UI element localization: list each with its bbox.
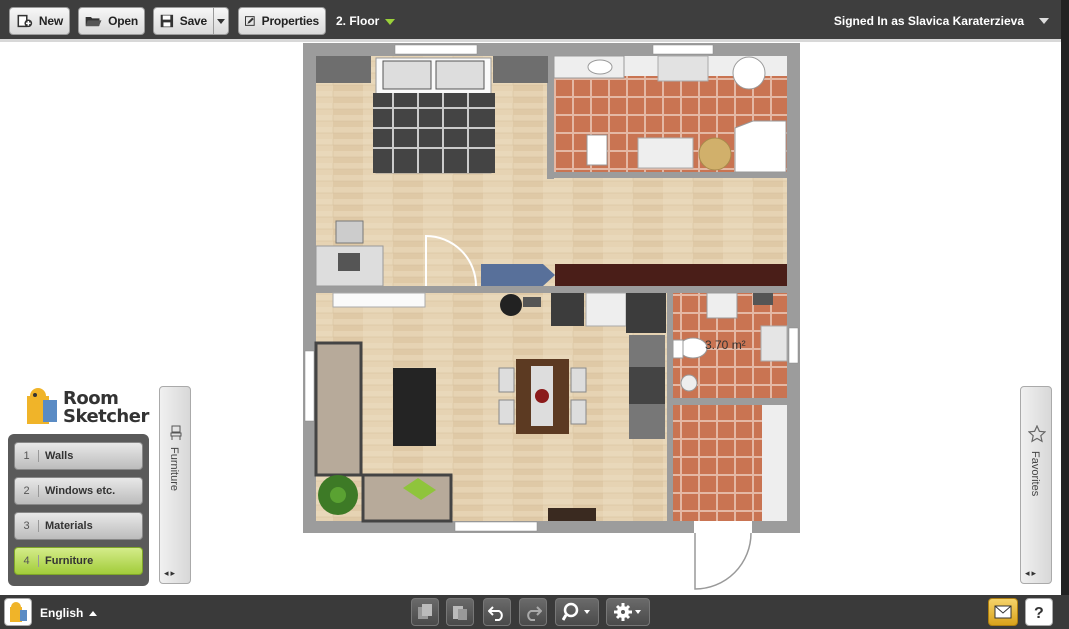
new-file-icon [17,14,33,28]
sofa [314,341,363,477]
redo-icon [527,606,542,621]
step-label: Walls [45,450,74,462]
step-label: Furniture [45,555,94,567]
bottom-toolbar: English ? [0,595,1069,629]
step-furniture[interactable]: 4 Furniture [14,547,143,575]
floor-chevron-icon [385,18,396,25]
floor-selector[interactable]: 2. Floor [336,14,396,28]
save-button-label: Save [179,14,207,28]
roomsketcher-logo: Room Sketcher [25,386,149,428]
undo-button[interactable] [483,598,511,626]
floor-selector-label: 2. Floor [336,14,380,28]
step-number: 3 [15,520,39,532]
new-button-label: New [38,14,63,28]
language-label: English [40,606,84,620]
save-options-dropdown[interactable] [213,7,229,35]
roomsketcher-mascot-icon [27,388,57,424]
design-steps-panel: 1 Walls 2 Windows etc. 3 Materials 4 Fur… [8,434,149,586]
language-selector[interactable]: English [40,606,98,620]
right-edge [1061,0,1069,629]
folder-icon [85,17,102,27]
copy-button[interactable] [411,598,439,626]
open-button[interactable]: Open [78,7,145,35]
favorites-panel-label: Favorites [1029,451,1041,497]
save-button[interactable]: Save [153,7,214,35]
panel-arrows-icon[interactable]: ◂▸ [164,568,177,579]
svg-text:?: ? [1034,605,1044,621]
new-button[interactable]: New [9,7,70,35]
mail-envelope-icon [994,605,1012,619]
user-menu-chevron-icon[interactable] [1039,18,1049,24]
furniture-panel-tab[interactable]: Furniture ◂▸ [159,386,191,584]
help-question-icon: ? [1034,605,1044,621]
save-disk-icon [160,14,174,28]
language-flag-button[interactable] [4,598,32,626]
top-toolbar: New Open Save Properties 2. Floor Signed… [0,0,1069,42]
step-number: 2 [15,485,39,497]
furniture-panel-label: Furniture [168,447,180,492]
star-icon [1028,425,1046,443]
hall-floor [672,405,762,521]
step-label: Windows etc. [45,485,116,497]
redo-button[interactable] [519,598,547,626]
gear-icon [614,603,641,621]
step-number: 1 [15,450,39,462]
step-label: Materials [45,520,93,532]
zoom-magnifier-icon [562,602,590,621]
properties-pencil-icon [245,16,255,26]
properties-button[interactable]: Properties [238,7,326,35]
step-materials[interactable]: 3 Materials [14,512,143,540]
favorites-panel-tab[interactable]: Favorites ◂▸ [1020,386,1052,584]
feedback-mail-button[interactable] [988,598,1018,626]
floor-plan-canvas[interactable]: 3.70 m² [303,43,800,533]
paste-button[interactable] [446,598,474,626]
step-walls[interactable]: 1 Walls [14,442,143,470]
settings-button[interactable] [606,598,650,626]
open-button-label: Open [108,14,138,28]
entry-door-swing [694,533,752,590]
zoom-button[interactable] [555,598,599,626]
logo-line-2: Sketcher [63,406,149,427]
bed-blanket [373,93,495,173]
room-area-label: 3.70 m² [705,338,746,352]
chevron-up-icon [89,611,98,617]
step-windows[interactable]: 2 Windows etc. [14,477,143,505]
help-button[interactable]: ? [1025,598,1053,626]
undo-icon [488,606,503,621]
mascot-icon [10,602,27,622]
copy-icon [418,604,432,619]
step-number: 4 [15,555,39,567]
chair-icon [170,425,182,440]
panel-arrows-icon[interactable]: ◂▸ [1025,568,1038,579]
paste-icon [453,606,467,620]
signed-in-user[interactable]: Signed In as Slavica Karaterzieva [834,14,1024,28]
chevron-down-icon [217,18,225,24]
properties-button-label: Properties [261,14,320,28]
